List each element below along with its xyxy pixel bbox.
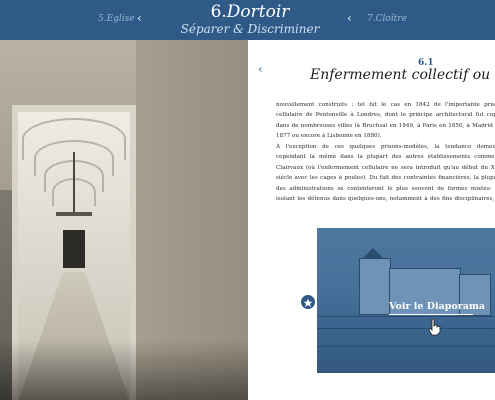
- chapter-name: Dortoir: [226, 2, 290, 22]
- text-page: ‹ 6.1 Enfermement collectif ou cel nouve…: [248, 40, 495, 400]
- chapter-title-block: 6.Dortoir Séparer & Discriminer: [160, 2, 340, 37]
- engraving-wall-line: [317, 316, 495, 317]
- chapter-title: 6.Dortoir: [160, 2, 340, 22]
- engraving-tower: [359, 258, 391, 315]
- chapter-subtitle: Séparer & Discriminer: [180, 22, 320, 36]
- engraving-roof: [363, 248, 383, 258]
- chevron-left-icon[interactable]: ‹: [137, 11, 142, 25]
- chapter-header: 5.Eglise ‹ 6.Dortoir Séparer & Discrimin…: [0, 0, 495, 40]
- slideshow-thumbnail[interactable]: Voir le Diaporama: [317, 228, 495, 373]
- lamp-rod: [73, 152, 75, 212]
- body-paragraph: nouvellement construits : tel fut le cas…: [276, 102, 495, 140]
- section-title: Enfermement collectif ou cel: [310, 67, 495, 83]
- chapter-number: 6.: [210, 2, 227, 22]
- corridor-door: [63, 230, 85, 268]
- chevron-left-icon-page[interactable]: ‹: [258, 62, 263, 76]
- slideshow-label[interactable]: Voir le Diaporama: [389, 301, 485, 312]
- prev-chapter-link[interactable]: 5.Eglise: [98, 14, 135, 24]
- next-chapter-link[interactable]: 7.Cloître: [367, 14, 407, 24]
- star-icon[interactable]: [300, 294, 316, 310]
- hand-pointer-icon[interactable]: [427, 318, 441, 336]
- body-paragraph: À l'exception de ces quelques prisons-mo…: [276, 144, 495, 203]
- slideshow-underline: [389, 314, 473, 315]
- chevron-left-icon-next[interactable]: ‹: [347, 11, 352, 25]
- corridor-photo: [0, 40, 248, 400]
- lamp-bar: [56, 212, 92, 216]
- floor-shadow: [0, 340, 248, 400]
- engraving-ground-line: [317, 346, 495, 347]
- star-icon-glyph: [303, 298, 313, 307]
- engraving-wall-line: [317, 328, 495, 329]
